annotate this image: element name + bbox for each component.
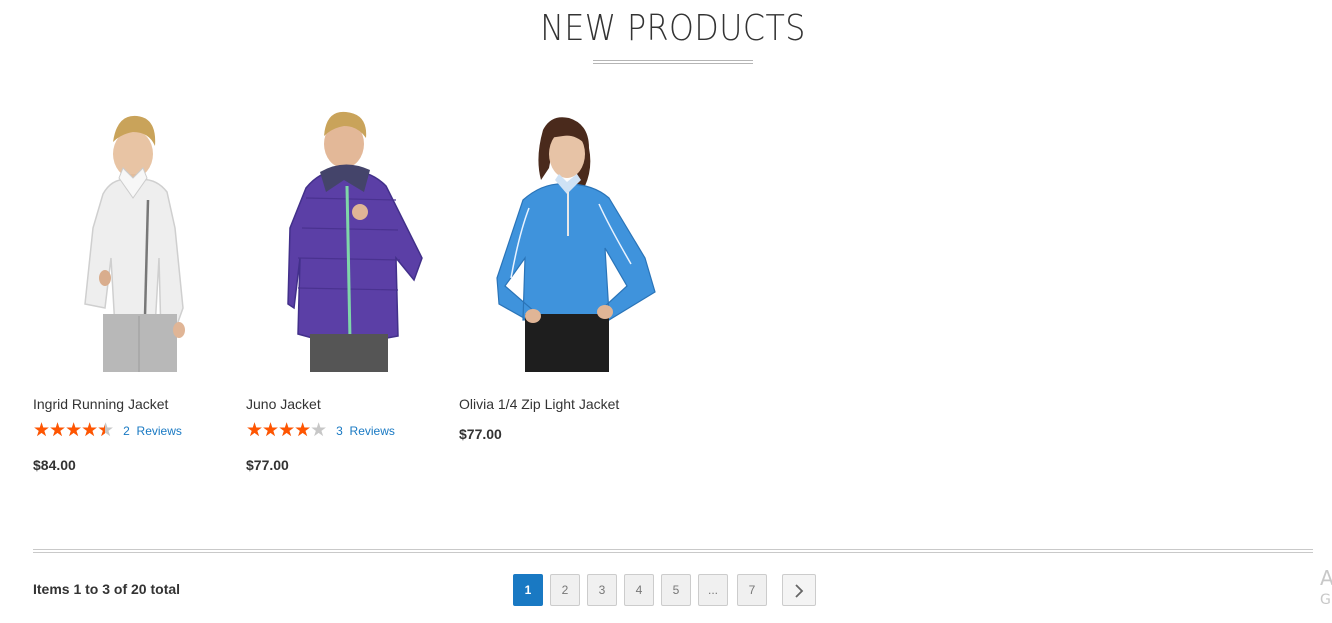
product-rating: ★★★★★ ★★★★★ 2 Reviews <box>33 421 182 441</box>
product-name[interactable]: Olivia 1/4 Zip Light Jacket <box>459 396 619 412</box>
page-2-button[interactable]: 2 <box>550 574 580 606</box>
page-5-button[interactable]: 5 <box>661 574 691 606</box>
product-image[interactable] <box>33 108 233 372</box>
toolbar-divider <box>33 549 1313 553</box>
product-rating: ★★★★★ ★★★★★ 3 Reviews <box>246 421 395 441</box>
reviews-label: Reviews <box>136 424 182 438</box>
page-3-button[interactable]: 3 <box>587 574 617 606</box>
product-image[interactable] <box>246 108 446 372</box>
product-price: $77.00 <box>459 426 502 442</box>
product-image[interactable] <box>459 108 659 372</box>
rating-stars: ★★★★★ ★★★★★ <box>246 420 327 441</box>
next-page-button[interactable] <box>782 574 816 606</box>
woman-blue-zip-jacket-image <box>496 117 656 372</box>
reviews-label: Reviews <box>349 424 395 438</box>
woman-white-jacket-image <box>84 115 185 372</box>
reviews-count: 2 <box>123 424 130 438</box>
page-4-button[interactable]: 4 <box>624 574 654 606</box>
rating-stars: ★★★★★ ★★★★★ <box>33 420 114 441</box>
product-price: $84.00 <box>33 457 76 473</box>
page-jump-button[interactable]: ... <box>698 574 728 606</box>
toolbar-amount: Items 1 to 3 of 20 total <box>33 581 181 597</box>
product-name[interactable]: Juno Jacket <box>246 396 321 412</box>
section-title: NEW PRODUCTS <box>540 8 806 49</box>
product-price: $77.00 <box>246 457 289 473</box>
page-1-button[interactable]: 1 <box>513 574 543 606</box>
edge-text-bottom: G <box>1320 592 1331 608</box>
reviews-count: 3 <box>336 424 343 438</box>
page-7-button[interactable]: 7 <box>737 574 767 606</box>
product-name[interactable]: Ingrid Running Jacket <box>33 396 168 412</box>
reviews-link[interactable]: 3 Reviews <box>336 424 395 438</box>
product-item: Juno Jacket ★★★★★ ★★★★★ 3 Reviews $77.00 <box>246 108 446 473</box>
product-item: Ingrid Running Jacket ★★★★★ ★★★★★ 2 Revi… <box>33 108 233 473</box>
woman-purple-jacket-image <box>287 111 423 372</box>
reviews-link[interactable]: 2 Reviews <box>123 424 182 438</box>
title-divider <box>593 60 753 64</box>
product-item: Olivia 1/4 Zip Light Jacket $77.00 <box>459 108 659 442</box>
edge-text-top: A <box>1320 566 1332 590</box>
chevron-right-icon <box>795 584 804 598</box>
